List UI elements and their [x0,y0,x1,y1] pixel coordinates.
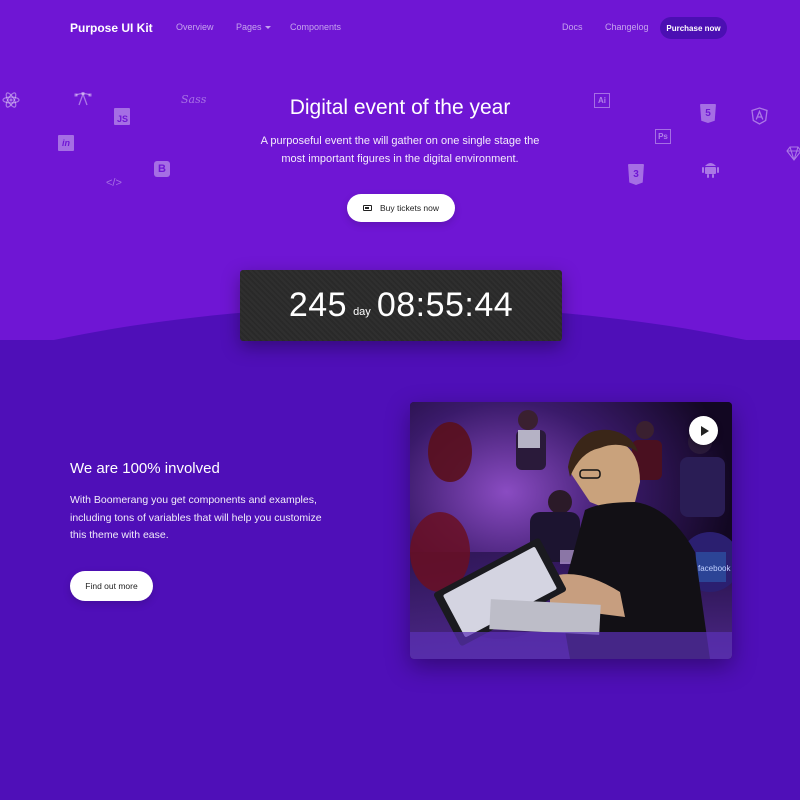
laptop-sticker: facebook [698,564,731,573]
buy-tickets-label: Buy tickets now [379,203,440,213]
bootstrap-icon: B [154,161,170,177]
sketch-icon [786,146,800,161]
nav-link-pages-label: Pages [236,22,262,32]
chevron-down-icon [264,26,271,30]
nav-link-components[interactable]: Components [290,22,341,32]
buy-tickets-button[interactable]: Buy tickets now [347,194,455,222]
purchase-now-button[interactable]: Purchase now [660,17,727,39]
nav-link-docs[interactable]: Docs [562,22,583,32]
about-title: We are 100% involved [70,460,220,477]
nav-link-pages[interactable]: Pages [236,22,271,32]
countdown-timer: 245 day 08:55:44 [240,270,562,341]
css3-icon: 3 [628,164,644,185]
event-video[interactable]: facebook [410,402,732,659]
event-photo: facebook [410,402,732,659]
hero-subtitle: A purposeful event the will gather on on… [260,135,540,165]
countdown-days: 245 [288,286,348,324]
code-icon: </> [106,177,122,189]
brand-logo[interactable]: Purpose UI Kit [70,21,153,35]
play-icon [700,425,709,436]
countdown-day-unit: day [353,305,371,318]
nav-link-overview[interactable]: Overview [176,22,214,32]
about-text: With Boomerang you get components and ex… [70,494,322,541]
nav-link-changelog[interactable]: Changelog [605,22,649,32]
photoshop-icon: Ps [655,129,671,144]
find-out-more-button[interactable]: Find out more [70,571,153,601]
hero-title: Digital event of the year [289,96,511,119]
play-button[interactable] [689,416,718,445]
ticket-icon [362,205,372,211]
invision-icon: in [58,135,74,151]
countdown-time: 08:55:44 [376,286,514,324]
android-icon [702,163,719,178]
navbar: Purpose UI Kit Overview Pages Components… [0,0,800,56]
